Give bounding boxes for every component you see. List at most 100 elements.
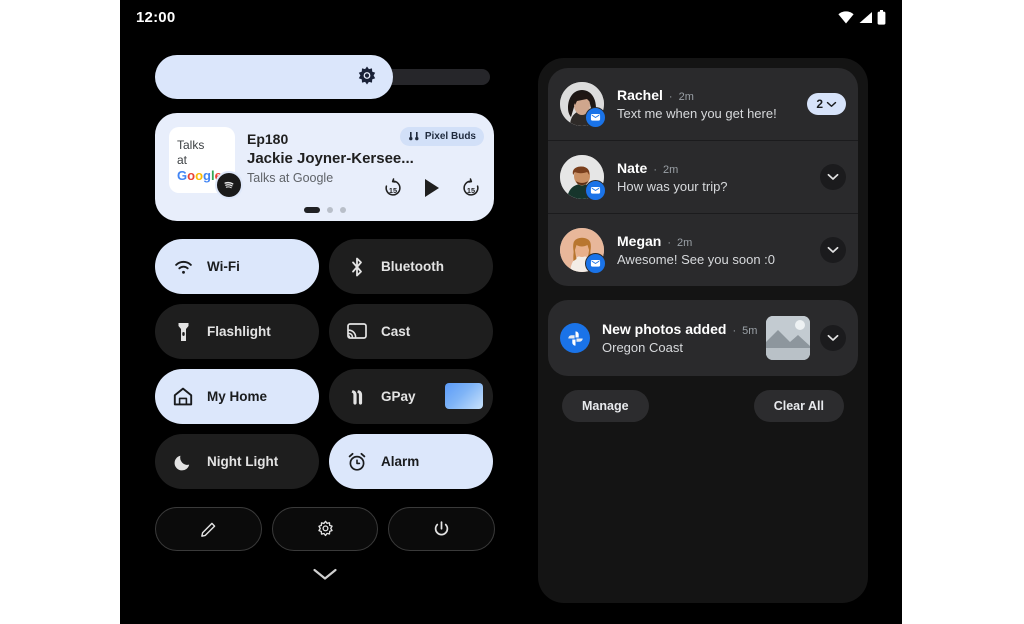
tile-flashlight[interactable]: Flashlight [155,304,319,359]
output-device-label: Pixel Buds [424,131,476,142]
brightness-icon [358,66,376,85]
tile-wifi[interactable]: Wi-Fi [155,239,319,294]
messages-icon [585,180,606,201]
settings-button[interactable] [271,507,379,551]
avatar [560,155,606,201]
notification-sender: Rachel [617,87,663,103]
tile-label: My Home [207,389,268,404]
tile-label: GPay [381,389,416,404]
chevron-down-icon [827,246,839,253]
forward-15-button[interactable]: 15 [460,177,482,199]
notification-message: How was your trip? [617,179,728,194]
play-button[interactable] [422,177,442,199]
media-player-card[interactable]: Talks at Google Ep180 Jackie Joyner-Kers… [155,113,494,221]
tile-cast[interactable]: Cast [329,304,493,359]
notification-rachel[interactable]: Rachel · 2m Text me when you get here! 2 [548,68,858,140]
notification-text: Rachel · 2m Text me when you get here! [617,87,807,121]
messages-icon [585,253,606,274]
edit-tiles-button[interactable] [155,507,262,551]
bluetooth-icon [347,257,367,277]
spotify-icon [215,171,243,199]
output-device-chip[interactable]: Pixel Buds [399,127,484,146]
battery-icon [877,10,886,25]
manage-button[interactable]: Manage [562,390,649,422]
notification-separator: · [732,325,737,337]
collapse-panel-button[interactable] [155,567,494,582]
shade-action-row: Manage Clear All [562,390,844,422]
notification-message: Awesome! See you soon :0 [617,252,776,267]
notification-text: New photos added · 5m Oregon Coast [602,321,766,355]
notification-message: Text me when you get here! [617,106,777,121]
tile-row: Wi-Fi Bluetooth [155,239,495,294]
tile-label: Bluetooth [381,259,444,274]
tile-alarm[interactable]: Alarm [329,434,493,489]
notification-sender: Nate [617,160,648,176]
tile-bluetooth[interactable]: Bluetooth [329,239,493,294]
expand-chevron-button[interactable] [820,237,846,263]
status-icons [838,10,886,25]
power-button[interactable] [388,507,496,551]
photos-notification-group: New photos added · 5m Oregon Coast [548,300,858,376]
notification-separator: · [653,164,658,176]
chevron-down-icon [827,334,839,341]
notification-title: New photos added [602,321,727,337]
notification-header: Nate · 2m [617,160,820,176]
pencil-icon [200,522,216,537]
notification-count-expand-pill[interactable]: 2 [807,93,846,115]
earbuds-icon [408,132,419,141]
rewind-15-button[interactable]: 15 [382,177,404,199]
notification-count: 2 [816,97,823,111]
tile-my-home[interactable]: My Home [155,369,319,424]
power-icon [434,520,449,535]
chevron-down-icon [827,173,839,180]
tile-label: Cast [381,324,411,339]
album-art-line-2: at [177,152,188,167]
notification-photos[interactable]: New photos added · 5m Oregon Coast [548,300,858,376]
phone-screen: 12:00 Talks at Googl Ep180 Jackie Joyner… [120,0,902,624]
payment-card-thumbnail [445,383,483,409]
avatar [560,228,606,274]
tile-row: My Home GPay [155,369,495,424]
tile-label: Wi-Fi [207,259,240,274]
notification-header: New photos added · 5m [602,321,766,337]
notification-time: 2m [677,237,693,249]
notification-megan[interactable]: Megan · 2m Awesome! See you soon :0 [548,213,858,286]
tile-night-light[interactable]: Night Light [155,434,319,489]
expand-chevron-button[interactable] [820,164,846,190]
moon-icon [173,452,193,472]
tile-row: Night Light Alarm [155,434,495,489]
notification-subtitle: Oregon Coast [602,340,683,355]
notification-separator: · [668,91,673,103]
chevron-down-icon [312,568,337,580]
page-dot-3 [339,207,346,213]
cast-icon [347,322,367,342]
wifi-icon [838,11,854,24]
quick-settings-tiles: Wi-Fi Bluetooth Flashlight Cast My Home … [155,239,495,489]
notification-sender: Megan [617,233,662,249]
tile-label: Night Light [207,454,279,469]
expand-chevron-button[interactable] [820,325,846,351]
alarm-clock-icon [347,452,367,472]
wifi-icon [173,257,193,277]
notification-separator: · [667,237,672,249]
gear-icon [317,520,333,536]
tile-row: Flashlight Cast [155,304,495,359]
media-controls: 15 15 [382,177,482,199]
notification-nate[interactable]: Nate · 2m How was your trip? [548,140,858,213]
tile-gpay[interactable]: GPay [329,369,493,424]
flashlight-icon [173,322,193,342]
status-clock: 12:00 [136,9,176,26]
tile-label: Alarm [381,454,420,469]
svg-text:15: 15 [467,186,475,195]
brightness-slider[interactable] [155,55,490,99]
notification-time: 5m [742,325,758,337]
page-dot-1 [303,207,320,213]
quick-settings-footer [155,507,496,551]
avatar [560,82,606,128]
cellular-signal-icon [859,12,872,23]
chevron-down-icon [826,101,837,107]
notification-text: Megan · 2m Awesome! See you soon :0 [617,233,820,267]
media-title: Jackie Joyner-Kersee... [247,150,414,167]
notification-time: 2m [678,91,694,103]
clear-all-button[interactable]: Clear All [753,390,844,422]
